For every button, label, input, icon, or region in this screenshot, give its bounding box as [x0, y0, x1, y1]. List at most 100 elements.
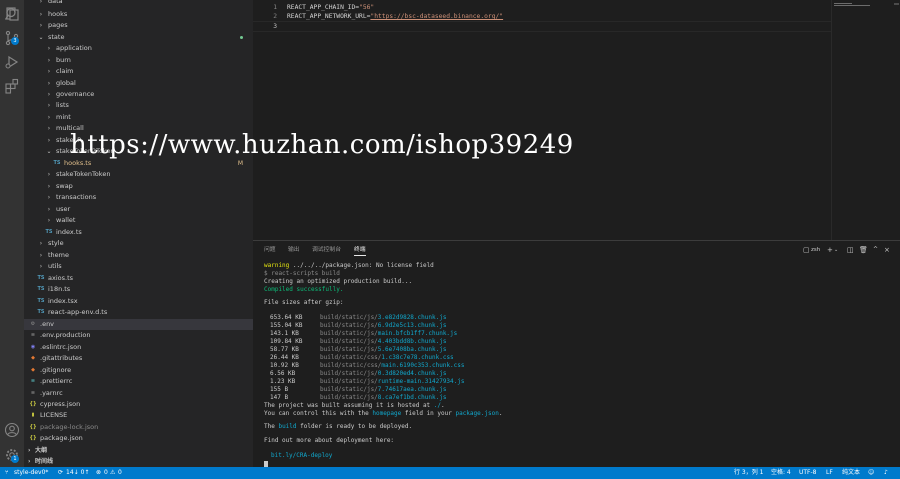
outline-section-header[interactable]: › 大纲 — [24, 445, 253, 456]
folder-item[interactable]: › swap — [24, 181, 253, 192]
split-terminal-icon[interactable]: ◫ — [847, 245, 854, 255]
file-size-row: 58.77 KB build/static/js/5.6e7408ba.chunk… — [264, 346, 446, 354]
search-icon[interactable] — [4, 6, 20, 22]
file-item[interactable]: ◉ .eslintrc.json — [24, 342, 253, 353]
tree-item-label: index.tsx — [48, 297, 78, 305]
file-size-row: 1.23 KB build/static/js/runtime-main.3142… — [264, 378, 465, 386]
folder-item[interactable]: › application — [24, 43, 253, 54]
file-size-row: 109.84 KB build/static/js/4.403bdd8b.chun… — [264, 338, 446, 346]
folder-item[interactable]: › global — [24, 78, 253, 89]
folder-item[interactable]: › transactions — [24, 192, 253, 203]
feedback-icon[interactable]: ☺ — [868, 467, 874, 479]
encoding[interactable]: UTF-8 — [799, 467, 817, 479]
tab-problems[interactable]: 问题 — [264, 245, 276, 255]
env-value-url[interactable]: "https://bsc-dataseed.binance.org/" — [370, 13, 503, 20]
chevron-right-icon: › — [47, 80, 51, 87]
file-item[interactable]: {} package-lock.json — [24, 422, 253, 433]
file-item[interactable]: ⚙ .env — [24, 319, 253, 330]
indentation[interactable]: 空格: 4 — [771, 467, 791, 479]
chevron-right-icon: › — [39, 263, 43, 270]
branch-name[interactable]: style-dev0* — [14, 467, 48, 479]
folder-item[interactable]: › user — [24, 204, 253, 215]
file-item[interactable]: TS i18n.ts — [24, 284, 253, 295]
file-dir: build/static/js/ — [320, 394, 378, 401]
folder-item[interactable]: › pages — [24, 20, 253, 31]
chevron-right-icon: › — [47, 114, 51, 121]
chevron-down-icon[interactable]: ⌄ — [834, 245, 838, 255]
tree-item-label: transactions — [56, 193, 97, 201]
language-mode[interactable]: 纯文本 — [842, 467, 860, 479]
file-size-row: 10.92 KB build/static/css/main.6190c353.c… — [264, 362, 465, 370]
bell-icon[interactable]: ♪ — [884, 467, 888, 479]
terminal-line: Compiled successfully. — [264, 286, 344, 293]
end-of-line[interactable]: LF — [826, 467, 833, 479]
chevron-right-icon: › — [39, 22, 43, 29]
file-name: main.bfcb1ff7.chunk.js — [377, 330, 458, 337]
tab-terminal[interactable]: 终端 — [354, 245, 366, 256]
file-dir: build/static/css/ — [320, 362, 382, 369]
file-item[interactable]: ◆ .gitignore — [24, 365, 253, 376]
folder-item[interactable]: › governance — [24, 89, 253, 100]
folder-item[interactable]: › theme — [24, 250, 253, 261]
folder-item[interactable]: › mint — [24, 112, 253, 123]
file-name: 3.e82d9828.chunk.js — [377, 314, 447, 321]
folder-item[interactable]: › hooks — [24, 9, 253, 20]
typescript-icon: TS — [37, 309, 45, 315]
deploy-link[interactable]: bit.ly/CRA-deploy — [271, 452, 332, 460]
tree-item-label: .gitattributes — [40, 354, 83, 362]
file-size-row: 155 B build/static/js/7.74617aea.chunk.js — [264, 386, 446, 394]
file-item[interactable]: {} package.json — [24, 433, 253, 444]
tree-item-label: hooks — [48, 10, 68, 18]
file-item[interactable]: {} cypress.json — [24, 399, 253, 410]
tree-item-label: global — [56, 79, 76, 87]
error-count[interactable]: 0 — [104, 467, 108, 479]
tab-output[interactable]: 输出 — [288, 245, 300, 255]
file-item[interactable]: TS index.tsx — [24, 296, 253, 307]
file-size: 10.92 KB — [270, 362, 299, 369]
tab-debug-console[interactable]: 调试控制台 — [312, 245, 341, 255]
cursor-position[interactable]: 行 3，列 1 — [734, 467, 763, 479]
tree-item-label: theme — [48, 251, 69, 259]
file-item[interactable]: ≡ .env.production — [24, 330, 253, 341]
close-panel-icon[interactable]: × — [884, 245, 890, 255]
file-size: 58.77 KB — [270, 346, 299, 353]
folder-item[interactable]: › burn — [24, 55, 253, 66]
file-item[interactable]: ▮ LICENSE — [24, 410, 253, 421]
sync-status[interactable]: 14↓ 0↑ — [66, 467, 89, 479]
chevron-right-icon: › — [47, 91, 51, 98]
file-item[interactable]: TS axios.ts — [24, 273, 253, 284]
trash-icon[interactable]: 🗑 — [859, 245, 868, 255]
file-item[interactable]: ◆ .gitattributes — [24, 353, 253, 364]
tree-item-label: axios.ts — [48, 274, 74, 282]
folder-item[interactable]: › utils — [24, 261, 253, 272]
file-item[interactable]: TS react-app-env.d.ts — [24, 307, 253, 318]
warning-count[interactable]: 0 — [118, 467, 122, 479]
file-dir: build/static/js/ — [320, 370, 378, 377]
file-dir: build/static/js/ — [320, 314, 378, 321]
accounts-icon[interactable] — [4, 422, 20, 438]
tree-item-label: pages — [48, 21, 68, 29]
sync-icon[interactable]: ⟳ — [58, 467, 63, 479]
file-item[interactable]: ≡ .yarnrc — [24, 388, 253, 399]
shell-name[interactable]: zsh — [811, 245, 820, 255]
folder-item[interactable]: › stakeTokenToken — [24, 169, 253, 180]
new-terminal-icon[interactable]: + — [827, 245, 833, 255]
folder-item[interactable]: ⌄ state — [24, 32, 253, 43]
line-number: 1 — [273, 4, 277, 11]
folder-item[interactable]: › lists — [24, 100, 253, 111]
maximize-panel-icon[interactable]: ^ — [873, 245, 878, 255]
folder-item[interactable]: › data — [24, 0, 253, 7]
file-size: 6.56 KB — [270, 370, 296, 377]
folder-item[interactable]: › claim — [24, 66, 253, 77]
chevron-right-icon: › — [47, 68, 51, 75]
scrollbar-thumb[interactable] — [894, 3, 899, 5]
code-editor[interactable]: 1 REACT_APP_CHAIN_ID="56" 2 REACT_APP_NE… — [253, 0, 831, 240]
timeline-section-header[interactable]: › 时间线 — [24, 456, 253, 467]
run-debug-icon[interactable] — [4, 54, 20, 70]
minimap[interactable] — [831, 0, 900, 240]
extensions-icon[interactable] — [4, 78, 20, 94]
file-item[interactable]: ≡ .prettierrc — [24, 376, 253, 387]
folder-item[interactable]: › wallet — [24, 215, 253, 226]
file-item[interactable]: TS index.ts — [24, 227, 253, 238]
folder-item[interactable]: › style — [24, 238, 253, 249]
